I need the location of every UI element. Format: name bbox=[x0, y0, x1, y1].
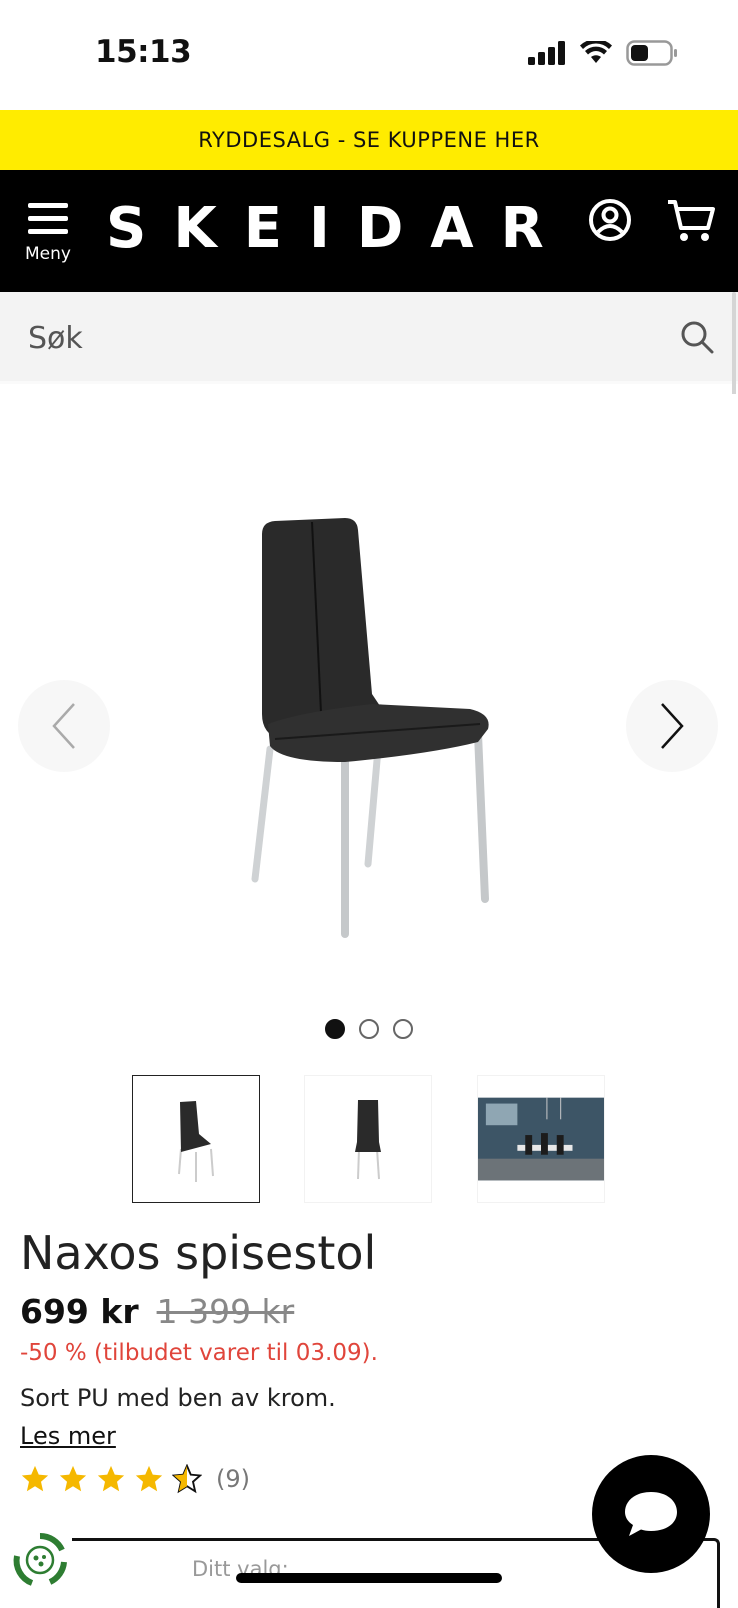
product-title: Naxos spisestol bbox=[20, 1226, 377, 1280]
search-icon bbox=[681, 321, 714, 354]
discount-note: -50 % (tilbudet varer til 03.09). bbox=[20, 1340, 378, 1366]
half-star-icon bbox=[172, 1464, 202, 1494]
menu-button[interactable]: Meny bbox=[22, 203, 74, 264]
product-image bbox=[251, 518, 489, 938]
original-price: 1 399 kr bbox=[156, 1292, 295, 1331]
review-count: (9) bbox=[216, 1465, 250, 1493]
star-icon bbox=[59, 1465, 87, 1492]
gallery-dot[interactable] bbox=[325, 1019, 345, 1039]
cart-icon bbox=[668, 200, 715, 241]
search-input[interactable] bbox=[28, 314, 648, 362]
search-bar bbox=[0, 292, 738, 384]
battery-icon bbox=[626, 40, 677, 66]
thumbnail-image bbox=[355, 1100, 381, 1180]
chat-button[interactable] bbox=[592, 1455, 710, 1573]
product-description: Sort PU med ben av krom. bbox=[20, 1384, 336, 1412]
recycle-icon[interactable] bbox=[12, 1532, 68, 1588]
product-image-gallery[interactable] bbox=[0, 394, 738, 1014]
gallery-pagination bbox=[0, 1019, 738, 1039]
search-button[interactable] bbox=[680, 320, 714, 358]
gallery-next-button[interactable] bbox=[626, 680, 718, 772]
account-icon bbox=[589, 199, 631, 241]
cart-button[interactable] bbox=[666, 198, 716, 248]
chevron-left-icon bbox=[52, 703, 75, 749]
star-icon bbox=[97, 1465, 125, 1492]
star-icon bbox=[21, 1465, 49, 1492]
promo-banner[interactable]: RYDDESALG - SE KUPPENE HER bbox=[0, 110, 738, 170]
chevron-right-icon bbox=[661, 703, 684, 749]
site-logo[interactable]: SKEIDAR bbox=[106, 196, 571, 261]
read-more-link[interactable]: Les mer bbox=[20, 1422, 116, 1450]
price-row: 699 kr 1 399 kr bbox=[20, 1292, 294, 1331]
menu-icon bbox=[28, 203, 68, 242]
thumbnail-3[interactable] bbox=[477, 1075, 605, 1203]
thumbnail-2[interactable] bbox=[304, 1075, 432, 1203]
signal-icon bbox=[528, 41, 565, 65]
current-price: 699 kr bbox=[20, 1292, 139, 1331]
thumbnail-1[interactable] bbox=[132, 1075, 260, 1203]
status-time: 15:13 bbox=[95, 34, 192, 70]
site-header: Meny SKEIDAR bbox=[0, 170, 738, 292]
rating[interactable]: (9) bbox=[20, 1464, 250, 1494]
star-icon bbox=[135, 1465, 163, 1492]
thumbnail-image bbox=[178, 1101, 214, 1182]
thumbnail-image bbox=[478, 1097, 604, 1181]
menu-label: Meny bbox=[25, 244, 71, 264]
gallery-prev-button[interactable] bbox=[18, 680, 110, 772]
gallery-dot[interactable] bbox=[359, 1019, 379, 1039]
promo-text: RYDDESALG - SE KUPPENE HER bbox=[198, 128, 540, 152]
gallery-dot[interactable] bbox=[393, 1019, 413, 1039]
status-bar: 15:13 bbox=[0, 0, 738, 110]
status-icons bbox=[528, 40, 678, 66]
chat-icon bbox=[625, 1492, 677, 1536]
account-button[interactable] bbox=[588, 198, 632, 246]
home-indicator bbox=[236, 1573, 502, 1583]
wifi-icon bbox=[580, 41, 612, 63]
